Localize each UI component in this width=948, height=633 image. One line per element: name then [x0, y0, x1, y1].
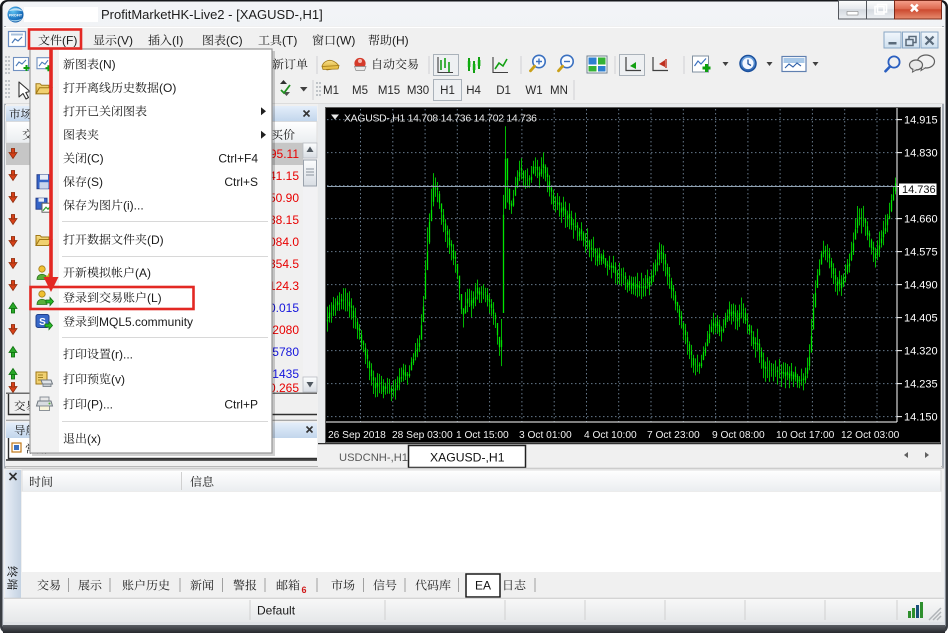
svg-text:5780: 5780 [272, 345, 299, 359]
svg-text:26 Sep 2018: 26 Sep 2018 [328, 430, 386, 441]
svg-text:(r)...: (r)... [111, 347, 133, 361]
svg-text:Ctrl+P: Ctrl+P [224, 397, 258, 411]
svg-text:2080: 2080 [272, 323, 299, 337]
svg-text:14.660: 14.660 [904, 214, 938, 226]
svg-text:1435: 1435 [272, 367, 299, 381]
svg-text:(O): (O) [159, 81, 176, 95]
svg-text:14.830: 14.830 [904, 148, 938, 160]
svg-text:PROFIT: PROFIT [9, 14, 23, 18]
svg-text:H1: H1 [440, 85, 455, 97]
svg-text:14.405: 14.405 [904, 313, 938, 325]
svg-text:1 Oct 15:00: 1 Oct 15:00 [456, 430, 509, 441]
svg-text:9 Oct 08:00: 9 Oct 08:00 [712, 430, 765, 441]
svg-text:XAGUSD-,H1: XAGUSD-,H1 [430, 451, 505, 465]
svg-text:H4: H4 [466, 85, 481, 97]
svg-text:Ctrl+S: Ctrl+S [224, 175, 258, 189]
svg-text:(I): (I) [172, 34, 183, 48]
svg-text:14.150: 14.150 [904, 412, 938, 424]
svg-text:USDCNH-,H1: USDCNH-,H1 [339, 452, 408, 464]
svg-text:M5: M5 [352, 85, 368, 97]
svg-text:(N): (N) [99, 58, 116, 72]
svg-text:M1: M1 [323, 85, 339, 97]
svg-text:3 Oct 01:00: 3 Oct 01:00 [519, 430, 572, 441]
svg-text:(S): (S) [87, 175, 103, 189]
svg-text:MQL5.community: MQL5.community [99, 315, 193, 329]
svg-text:MN: MN [550, 85, 568, 97]
svg-text:12 Oct 03:00: 12 Oct 03:00 [841, 430, 900, 441]
svg-text:14.736: 14.736 [902, 184, 936, 196]
svg-text:6: 6 [302, 585, 307, 595]
svg-text:14.235: 14.235 [904, 379, 938, 391]
svg-text:Default: Default [257, 604, 296, 618]
svg-text:(P)...: (P)... [87, 397, 113, 411]
svg-text:10 Oct 17:00: 10 Oct 17:00 [776, 430, 835, 441]
svg-text:(L): (L) [147, 291, 162, 305]
svg-text:(T): (T) [282, 34, 297, 48]
svg-text:XAGUSD-,H1 14.708 14.736 14.7: XAGUSD-,H1 14.708 14.736 14.702 14.736 [344, 114, 537, 125]
svg-text:(A): (A) [135, 266, 151, 280]
svg-text:4 Oct 10:00: 4 Oct 10:00 [584, 430, 637, 441]
svg-text:ProfitMarketHK-Live2 - [XAGUSD: ProfitMarketHK-Live2 - [XAGUSD-,H1] [101, 7, 323, 22]
svg-text:14.575: 14.575 [904, 247, 938, 259]
svg-text:14.490: 14.490 [904, 280, 938, 292]
svg-text:7 Oct 23:00: 7 Oct 23:00 [647, 430, 700, 441]
svg-text:EA: EA [475, 579, 491, 593]
svg-text:(W): (W) [336, 34, 355, 48]
svg-text:(x): (x) [87, 432, 101, 446]
svg-text:D1: D1 [496, 85, 511, 97]
svg-text:M30: M30 [407, 85, 429, 97]
svg-text:14.915: 14.915 [904, 115, 938, 127]
svg-text:(D): (D) [147, 233, 164, 247]
svg-text:(v): (v) [111, 372, 125, 386]
svg-text:Ctrl+F4: Ctrl+F4 [218, 152, 258, 166]
svg-text:(F): (F) [62, 34, 77, 48]
svg-text:28 Sep 03:00: 28 Sep 03:00 [392, 430, 453, 441]
svg-text:(C): (C) [226, 34, 243, 48]
svg-text:(C): (C) [87, 152, 104, 166]
svg-text:W1: W1 [525, 85, 542, 97]
svg-text:(V): (V) [117, 34, 133, 48]
svg-text:M15: M15 [378, 85, 400, 97]
svg-text:14.320: 14.320 [904, 346, 938, 358]
svg-text:(i)...: (i)... [123, 199, 144, 213]
svg-text:(H): (H) [392, 34, 409, 48]
